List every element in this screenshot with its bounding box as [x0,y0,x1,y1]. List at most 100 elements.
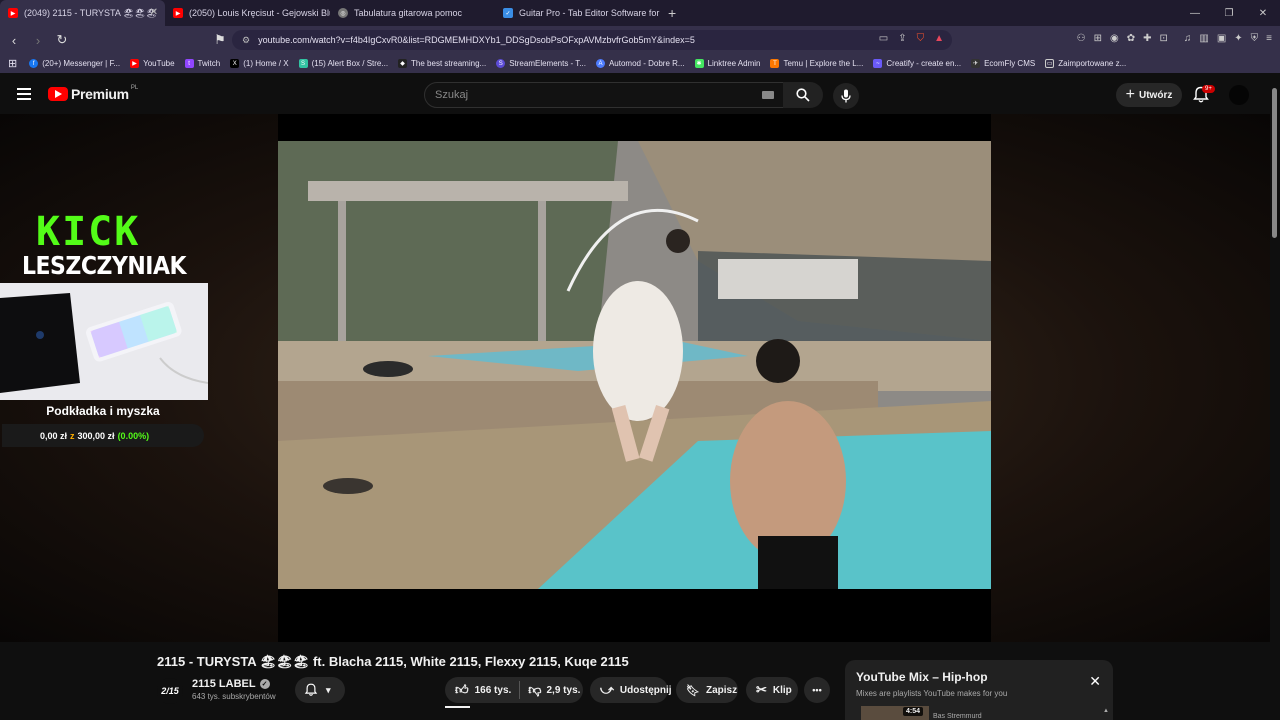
search-button[interactable] [783,82,823,108]
bookmark[interactable]: ✱ Linktree Admin [694,59,761,68]
brave-rewards-icon[interactable]: ▲ [934,33,944,44]
browser-tab[interactable]: ✓ Guitar Pro - Tab Editor Software for G [495,0,660,26]
bookmark[interactable]: X (1) Home / X [230,59,289,68]
voice-search-button[interactable] [833,83,859,109]
minimize-icon[interactable]: — [1178,0,1212,26]
extension-icon[interactable]: ⚇ [1077,33,1086,44]
video-frame-image [278,141,991,589]
streamlabs-icon: S [298,59,308,68]
bookmark[interactable]: S StreamElements - T... [496,59,586,68]
menu-icon[interactable]: ≡ [1266,33,1272,44]
mix-title[interactable]: YouTube Mix – Hip-hop [856,670,988,684]
new-tab-plus-icon[interactable]: + [668,5,676,21]
globe-favicon-icon: ◎ [338,8,348,18]
tab-title: (2050) Louis Kręcisut - Gejowski Blue [189,8,330,18]
youtube-icon: ▶ [130,59,140,68]
bookmark[interactable]: A Automod - Dobre R... [595,59,685,68]
thumbs-down-icon[interactable]: 👎︎ [528,682,541,698]
youtube-premium-logo[interactable]: Premium PL [48,85,139,102]
bookmark[interactable]: S (15) Alert Box / Stre... [298,59,388,68]
puzzle-icon[interactable]: ✚ [1143,33,1151,44]
close-window-icon[interactable]: ✕ [1246,0,1280,26]
bookmark-label: StreamElements - T... [509,59,586,68]
tab-close-icon[interactable]: ✕ [150,7,158,18]
back-arrow-icon[interactable]: ‹ [4,33,24,48]
browser-tab[interactable]: ◎ Tabulatura gitarowa pomoc [330,0,495,26]
chevron-down-icon: ▾ [326,684,331,695]
screenshot-icon[interactable]: ⊡ [1159,33,1167,44]
channel-name-link[interactable]: 2115 LABEL ✓ [192,678,270,690]
clip-label: Klip [772,684,792,696]
youtube-mix-panel: YouTube Mix – Hip-hop Mixes are playlist… [845,660,1113,720]
account-avatar[interactable] [1229,85,1249,105]
channel-name: 2115 LABEL [192,678,256,690]
restore-icon[interactable]: ❐ [1212,0,1246,26]
video-player[interactable] [278,114,991,642]
close-icon[interactable]: ✕ [1089,673,1101,690]
create-button[interactable]: + Utwórz [1116,83,1182,107]
channel-avatar[interactable]: 2/15 [157,678,183,704]
bookmark[interactable]: ~ Creatify - create en... [873,59,961,68]
scissors-icon: ✂ [756,682,767,697]
bookmark-label: Linktree Admin [707,59,761,68]
share-button[interactable]: ⤻ Udostępnij [590,677,672,703]
bookmark-page-icon[interactable]: ⚑ [210,32,230,48]
brave-shield-icon[interactable]: ⛉ [917,33,925,44]
reload-icon[interactable]: ↻ [52,32,72,48]
streamer-name: LESZCZYNIAK [22,252,187,281]
more-actions-button[interactable]: ••• [804,677,830,703]
apps-grid-icon[interactable]: ⊞ [8,57,17,70]
extension-icon[interactable]: ✿ [1127,33,1135,44]
save-button[interactable]: 🔖︎ Zapisz [676,677,738,703]
clip-button[interactable]: ✂ Klip [746,677,798,703]
cast-icon[interactable]: ▭ [879,33,888,44]
browser-tab[interactable]: ▶ (2050) Louis Kręcisut - Gejowski Blue [165,0,330,26]
bookmark-folder[interactable]: ▭ Zaimportowane z... [1045,59,1126,68]
bookmark[interactable]: T Temu | Explore the L... [770,59,863,68]
wallet-icon[interactable]: ▣ [1217,33,1226,44]
twitch-icon: t [184,59,194,68]
bookmark-icon: 🔖︎ [686,684,700,697]
bookmark-label: Twitch [197,59,221,68]
tab-title: (2049) 2115 - TURYSTA 🏖🏖🏖 [24,7,158,18]
notification-count-badge: 9+ [1202,85,1215,93]
goal-current: 0,00 zł [40,430,68,441]
bookmark[interactable]: t Twitch [184,59,221,68]
bookmark-label: (20+) Messenger | F... [42,59,121,68]
subscription-notifications-button[interactable]: ▾ [295,677,345,703]
bookmark[interactable]: f (20+) Messenger | F... [29,59,120,68]
dislike-count[interactable]: 2,9 tys. [547,685,581,696]
extension-icon[interactable]: ◉ [1110,33,1119,44]
translate-icon[interactable]: ⊞ [1094,33,1102,44]
page-scrollbar[interactable] [1272,88,1277,238]
linktree-icon: ✱ [694,59,704,68]
hamburger-menu-icon[interactable] [17,88,31,103]
forward-arrow-icon[interactable]: › [28,33,48,48]
scroll-up-icon[interactable]: ▲ [1103,708,1109,714]
like-count[interactable]: 166 tys. [475,685,512,696]
sidebar-icon[interactable]: ▥ [1199,33,1208,44]
share-icon[interactable]: ⇪ [898,33,906,44]
divider [519,681,521,699]
kick-logo: KICK [36,209,141,255]
youtube-play-logo-icon [48,87,68,101]
browser-tab[interactable]: ▶ (2049) 2115 - TURYSTA 🏖🏖🏖 ✕ [0,0,165,26]
playlist-item-duration: 4:54 [903,707,924,716]
youtube-header: Premium PL Szukaj + Utwórz [0,76,1280,114]
music-icon[interactable]: ♫ [1184,33,1192,44]
bookmark[interactable]: ◆ The best streaming... [398,59,486,68]
address-bar[interactable]: ⚙ youtube.com/watch?v=f4b4IgCxvR0&list=R… [232,30,952,50]
ecomfly-icon: ✈ [971,59,981,68]
playlist-item-artist: Bas Stremmurd [933,713,982,720]
window-controls: — ❐ ✕ [1178,0,1280,26]
keyboard-icon[interactable] [762,91,774,99]
thumbs-up-icon[interactable]: 👍︎ [455,682,469,698]
donation-goal-bar: 0,00 zł z 300,00 zł (0.00%) [2,424,204,447]
bookmark[interactable]: ✈ EcomFly CMS [971,59,1035,68]
logo-region: PL [130,85,139,91]
bookmark[interactable]: ▶ YouTube [130,59,175,68]
vpn-icon[interactable]: ⛨ [1251,33,1259,44]
search-input[interactable]: Szukaj [424,82,785,108]
leo-ai-icon[interactable]: ✦ [1234,33,1242,44]
site-info-icon[interactable]: ⚙ [242,35,250,46]
